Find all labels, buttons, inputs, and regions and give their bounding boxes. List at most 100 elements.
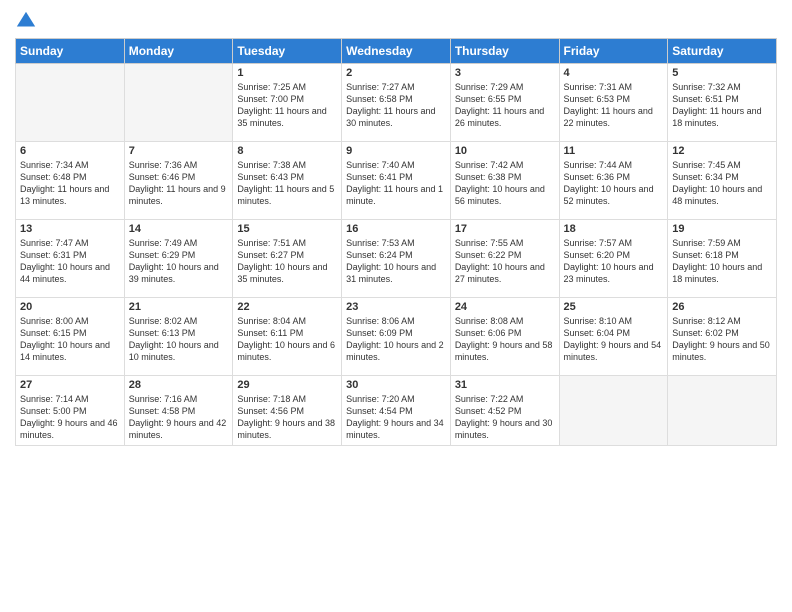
day-info: Sunrise: 8:12 AM Sunset: 6:02 PM Dayligh… (672, 315, 772, 364)
calendar-cell: 10 Sunrise: 7:42 AM Sunset: 6:38 PM Dayli… (450, 142, 559, 220)
weekday-header-monday: Monday (124, 39, 233, 64)
day-info: Sunrise: 7:34 AM Sunset: 6:48 PM Dayligh… (20, 159, 120, 208)
day-number: 15 (237, 223, 337, 235)
day-info: Sunrise: 7:31 AM Sunset: 6:53 PM Dayligh… (564, 81, 664, 130)
calendar-cell: 24 Sunrise: 8:08 AM Sunset: 6:06 PM Dayli… (450, 298, 559, 376)
calendar-cell: 12Sunrise: 7:45 AM Sunset: 6:34 PM Dayli… (668, 142, 777, 220)
calendar-cell: 11 Sunrise: 7:44 AM Sunset: 6:36 PM Dayli… (559, 142, 668, 220)
day-number: 16 (346, 223, 446, 235)
calendar-cell: 21Sunrise: 8:02 AM Sunset: 6:13 PM Dayli… (124, 298, 233, 376)
calendar-cell: 17 Sunrise: 7:55 AM Sunset: 6:22 PM Dayli… (450, 220, 559, 298)
calendar-cell: 3 Sunrise: 7:29 AM Sunset: 6:55 PM Daylig… (450, 64, 559, 142)
day-number: 17 (455, 223, 555, 235)
day-number: 11 (564, 145, 664, 157)
day-info: Sunrise: 8:10 AM Sunset: 6:04 PM Dayligh… (564, 315, 664, 364)
weekday-header-wednesday: Wednesday (342, 39, 451, 64)
day-info: Sunrise: 7:42 AM Sunset: 6:38 PM Dayligh… (455, 159, 555, 208)
page-header (15, 10, 777, 32)
day-info: Sunrise: 7:22 AM Sunset: 4:52 PM Dayligh… (455, 393, 555, 442)
day-info: Sunrise: 7:55 AM Sunset: 6:22 PM Dayligh… (455, 237, 555, 286)
calendar-cell: 25Sunrise: 8:10 AM Sunset: 6:04 PM Dayli… (559, 298, 668, 376)
day-info: Sunrise: 7:44 AM Sunset: 6:36 PM Dayligh… (564, 159, 664, 208)
weekday-header-thursday: Thursday (450, 39, 559, 64)
calendar-cell: 30 Sunrise: 7:20 AM Sunset: 4:54 PM Dayli… (342, 376, 451, 446)
logo-icon (15, 10, 37, 32)
calendar-cell: 2 Sunrise: 7:27 AM Sunset: 6:58 PM Daylig… (342, 64, 451, 142)
day-number: 18 (564, 223, 664, 235)
day-info: Sunrise: 7:36 AM Sunset: 6:46 PM Dayligh… (129, 159, 229, 208)
day-number: 7 (129, 145, 229, 157)
day-number: 30 (346, 379, 446, 391)
calendar-cell: 28Sunrise: 7:16 AM Sunset: 4:58 PM Dayli… (124, 376, 233, 446)
calendar-cell: 26 Sunrise: 8:12 AM Sunset: 6:02 PM Dayli… (668, 298, 777, 376)
calendar-cell: 5Sunrise: 7:32 AM Sunset: 6:51 PM Daylig… (668, 64, 777, 142)
day-number: 3 (455, 67, 555, 79)
day-info: Sunrise: 7:18 AM Sunset: 4:56 PM Dayligh… (237, 393, 337, 442)
day-number: 10 (455, 145, 555, 157)
day-info: Sunrise: 7:38 AM Sunset: 6:43 PM Dayligh… (237, 159, 337, 208)
day-number: 20 (20, 301, 120, 313)
day-number: 26 (672, 301, 772, 313)
day-number: 1 (237, 67, 337, 79)
day-info: Sunrise: 8:04 AM Sunset: 6:11 PM Dayligh… (237, 315, 337, 364)
day-number: 9 (346, 145, 446, 157)
calendar-cell: 18 Sunrise: 7:57 AM Sunset: 6:20 PM Dayli… (559, 220, 668, 298)
day-number: 22 (237, 301, 337, 313)
calendar-cell (559, 376, 668, 446)
calendar-cell: 6 Sunrise: 7:34 AM Sunset: 6:48 PM Daylig… (16, 142, 125, 220)
day-info: Sunrise: 7:40 AM Sunset: 6:41 PM Dayligh… (346, 159, 446, 208)
day-number: 5 (672, 67, 772, 79)
calendar-cell: 7 Sunrise: 7:36 AM Sunset: 6:46 PM Daylig… (124, 142, 233, 220)
day-info: Sunrise: 8:06 AM Sunset: 6:09 PM Dayligh… (346, 315, 446, 364)
calendar-week-row: 13 Sunrise: 7:47 AM Sunset: 6:31 PM Dayli… (16, 220, 777, 298)
day-info: Sunrise: 7:14 AM Sunset: 5:00 PM Dayligh… (20, 393, 120, 442)
calendar-cell (124, 64, 233, 142)
day-info: Sunrise: 8:02 AM Sunset: 6:13 PM Dayligh… (129, 315, 229, 364)
day-number: 13 (20, 223, 120, 235)
day-number: 19 (672, 223, 772, 235)
day-info: Sunrise: 7:16 AM Sunset: 4:58 PM Dayligh… (129, 393, 229, 442)
calendar-week-row: 6 Sunrise: 7:34 AM Sunset: 6:48 PM Daylig… (16, 142, 777, 220)
day-info: Sunrise: 7:20 AM Sunset: 4:54 PM Dayligh… (346, 393, 446, 442)
calendar-cell: 13 Sunrise: 7:47 AM Sunset: 6:31 PM Dayli… (16, 220, 125, 298)
day-number: 2 (346, 67, 446, 79)
calendar-cell: 9 Sunrise: 7:40 AM Sunset: 6:41 PM Daylig… (342, 142, 451, 220)
calendar-cell: 15 Sunrise: 7:51 AM Sunset: 6:27 PM Dayli… (233, 220, 342, 298)
calendar-cell: 31 Sunrise: 7:22 AM Sunset: 4:52 PM Dayli… (450, 376, 559, 446)
day-info: Sunrise: 7:53 AM Sunset: 6:24 PM Dayligh… (346, 237, 446, 286)
day-number: 6 (20, 145, 120, 157)
calendar-cell: 29Sunrise: 7:18 AM Sunset: 4:56 PM Dayli… (233, 376, 342, 446)
day-info: Sunrise: 7:57 AM Sunset: 6:20 PM Dayligh… (564, 237, 664, 286)
calendar-cell: 20 Sunrise: 8:00 AM Sunset: 6:15 PM Dayli… (16, 298, 125, 376)
day-number: 27 (20, 379, 120, 391)
weekday-header-row: SundayMondayTuesdayWednesdayThursdayFrid… (16, 39, 777, 64)
day-info: Sunrise: 7:29 AM Sunset: 6:55 PM Dayligh… (455, 81, 555, 130)
weekday-header-friday: Friday (559, 39, 668, 64)
calendar-cell: 22 Sunrise: 8:04 AM Sunset: 6:11 PM Dayli… (233, 298, 342, 376)
day-info: Sunrise: 7:49 AM Sunset: 6:29 PM Dayligh… (129, 237, 229, 286)
day-number: 14 (129, 223, 229, 235)
logo (15, 10, 41, 32)
day-info: Sunrise: 8:08 AM Sunset: 6:06 PM Dayligh… (455, 315, 555, 364)
calendar-cell: 19Sunrise: 7:59 AM Sunset: 6:18 PM Dayli… (668, 220, 777, 298)
day-number: 4 (564, 67, 664, 79)
day-number: 24 (455, 301, 555, 313)
calendar-table: SundayMondayTuesdayWednesdayThursdayFrid… (15, 38, 777, 446)
weekday-header-tuesday: Tuesday (233, 39, 342, 64)
day-info: Sunrise: 7:47 AM Sunset: 6:31 PM Dayligh… (20, 237, 120, 286)
weekday-header-saturday: Saturday (668, 39, 777, 64)
calendar-cell: 23Sunrise: 8:06 AM Sunset: 6:09 PM Dayli… (342, 298, 451, 376)
day-number: 8 (237, 145, 337, 157)
day-info: Sunrise: 7:51 AM Sunset: 6:27 PM Dayligh… (237, 237, 337, 286)
calendar-cell (16, 64, 125, 142)
calendar-cell: 14 Sunrise: 7:49 AM Sunset: 6:29 PM Dayli… (124, 220, 233, 298)
calendar-cell: 16 Sunrise: 7:53 AM Sunset: 6:24 PM Dayli… (342, 220, 451, 298)
day-number: 12 (672, 145, 772, 157)
calendar-week-row: 1Sunrise: 7:25 AM Sunset: 7:00 PM Daylig… (16, 64, 777, 142)
calendar-week-row: 20 Sunrise: 8:00 AM Sunset: 6:15 PM Dayli… (16, 298, 777, 376)
calendar-cell: 4 Sunrise: 7:31 AM Sunset: 6:53 PM Daylig… (559, 64, 668, 142)
day-info: Sunrise: 7:27 AM Sunset: 6:58 PM Dayligh… (346, 81, 446, 130)
day-info: Sunrise: 8:00 AM Sunset: 6:15 PM Dayligh… (20, 315, 120, 364)
weekday-header-sunday: Sunday (16, 39, 125, 64)
day-number: 31 (455, 379, 555, 391)
